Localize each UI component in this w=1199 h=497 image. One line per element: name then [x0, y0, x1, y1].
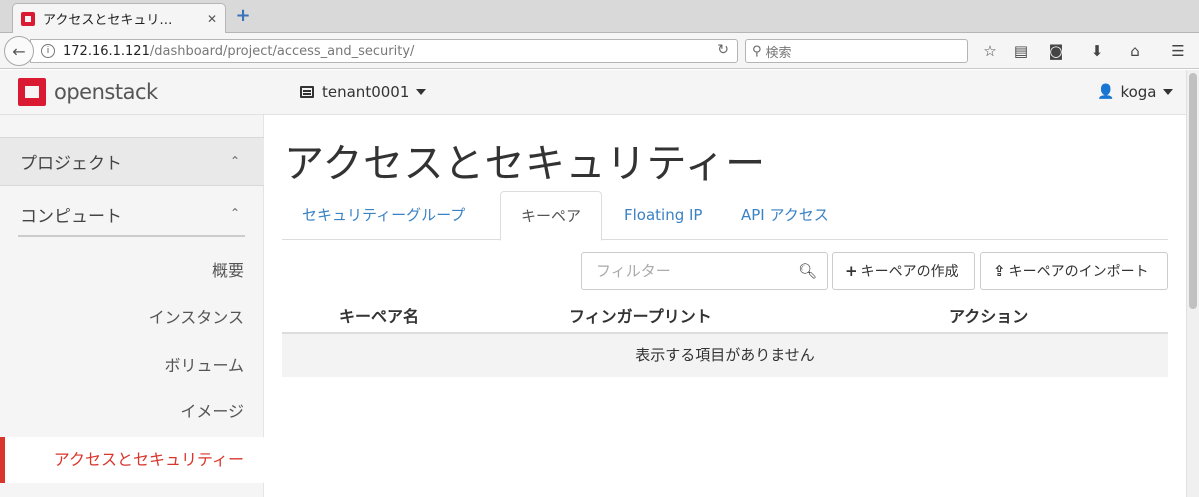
tenant-name: tenant0001 [322, 83, 410, 101]
browser-tab-title: アクセスとセキュリ… [43, 13, 173, 28]
column-header-actions: アクション [949, 307, 1029, 326]
chevron-up-icon: ⌃ [229, 206, 240, 220]
divider [18, 235, 245, 237]
sidebar-item-volumes[interactable]: ボリューム [0, 343, 264, 389]
table-header: キーペア名 フィンガープリント アクション [282, 295, 1168, 334]
search-placeholder: 検索 [765, 45, 792, 61]
tab-floating-ip[interactable]: Floating IP [604, 191, 722, 240]
user-menu[interactable]: 👤 koga [1097, 83, 1174, 101]
search-icon: ⚲ [752, 43, 762, 59]
home-icon[interactable]: ⌂ [1124, 40, 1146, 62]
sidebar-item-access-security[interactable]: アクセスとセキュリティー [0, 437, 264, 483]
reading-list-icon[interactable]: ▤ [1010, 40, 1032, 62]
dashboard-header: openstack tenant0001 👤 koga [0, 70, 1186, 115]
sidebar-section-compute[interactable]: コンピュート ⌃ [0, 190, 264, 238]
reload-icon[interactable]: ↻ [717, 42, 729, 58]
tab-bar: セキュリティーグループ キーペア Floating IP API アクセス [282, 191, 1168, 241]
sidebar-item-overview[interactable]: 概要 [0, 248, 264, 294]
search-icon[interactable]: 🔍︎ [798, 253, 817, 289]
column-header-fingerprint[interactable]: フィンガープリント [569, 303, 712, 327]
browser-tabbar: アクセスとセキュリ… ✕ + [0, 0, 1199, 33]
filter-placeholder: フィルター [596, 262, 671, 280]
tab-api-access[interactable]: API アクセス [721, 191, 849, 240]
close-tab-icon[interactable]: ✕ [207, 12, 217, 26]
user-icon: 👤 [1097, 84, 1115, 100]
chevron-up-icon: ⌃ [229, 154, 240, 168]
url-bar[interactable]: i 172.16.1.121/dashboard/project/access_… [30, 39, 738, 63]
scrollbar-thumb[interactable] [1189, 73, 1197, 309]
import-keypair-label: キーペアのインポート [1008, 264, 1149, 280]
filter-input[interactable]: フィルター 🔍︎ [581, 252, 828, 290]
bookmark-star-icon[interactable]: ☆ [979, 40, 1001, 62]
tab-key-pairs[interactable]: キーペア [500, 191, 603, 241]
url-path: /dashboard/project/access_and_security/ [149, 43, 415, 59]
create-keypair-button[interactable]: + キーペアの作成 [832, 252, 975, 290]
logo-text: openstack [54, 80, 158, 104]
menu-icon[interactable]: ☰ [1167, 40, 1189, 62]
upload-icon: ⇪ [993, 262, 1006, 280]
openstack-favicon-icon [21, 11, 35, 26]
back-arrow-icon: ← [12, 41, 26, 61]
column-header-keypair-name[interactable]: キーペア名 [339, 303, 419, 327]
sidebar: プロジェクト ⌃ コンピュート ⌃ 概要 インスタンス ボリューム イメージ ア… [0, 115, 264, 497]
tenant-selector[interactable]: tenant0001 [300, 83, 427, 101]
browser-tab[interactable]: アクセスとセキュリ… ✕ [12, 3, 226, 33]
sidebar-section-project[interactable]: プロジェクト ⌃ [0, 137, 264, 186]
plus-icon: + [845, 262, 858, 280]
user-name: koga [1120, 83, 1157, 101]
main-content: アクセスとセキュリティー セキュリティーグループ キーペア Floating I… [264, 115, 1186, 497]
new-tab-icon[interactable]: + [233, 6, 253, 26]
sidebar-item-instances[interactable]: インスタンス [0, 295, 264, 341]
url-host: 172.16.1.121 [63, 43, 150, 59]
sidebar-item-images[interactable]: イメージ [0, 389, 264, 435]
import-keypair-button[interactable]: ⇪ キーペアのインポート [980, 252, 1168, 290]
openstack-logo-icon [18, 78, 46, 106]
back-button[interactable]: ← [4, 36, 34, 66]
create-keypair-label: キーペアの作成 [860, 264, 959, 280]
sidebar-section-label: プロジェクト [20, 154, 122, 174]
download-icon[interactable]: ⬇ [1086, 40, 1108, 62]
project-list-icon [300, 86, 314, 98]
tab-security-groups[interactable]: セキュリティーグループ [282, 191, 485, 240]
table-empty-row: 表示する項目がありません [282, 334, 1168, 377]
caret-down-icon [416, 89, 427, 95]
sidebar-section-label: コンピュート [20, 206, 122, 227]
pocket-icon[interactable]: ◙ [1045, 40, 1067, 62]
caret-down-icon [1163, 89, 1174, 95]
page-title: アクセスとセキュリティー [284, 141, 766, 187]
site-info-icon[interactable]: i [41, 44, 55, 58]
search-bar[interactable]: ⚲ 検索 [745, 39, 968, 63]
openstack-logo[interactable]: openstack [18, 78, 158, 106]
